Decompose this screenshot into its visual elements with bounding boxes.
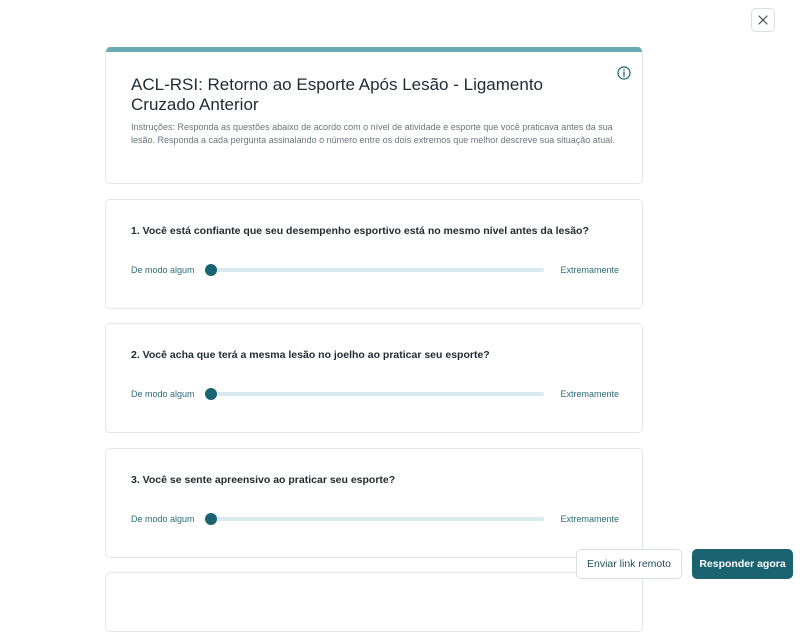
- answer-slider[interactable]: [211, 517, 544, 521]
- question-card-1: 1. Você está confiante que seu desempenh…: [105, 199, 643, 309]
- question-text: 3. Você se sente apreensivo ao praticar …: [131, 474, 396, 486]
- close-button[interactable]: [751, 8, 775, 32]
- question-text: 2. Você acha que terá a mesma lesão no j…: [131, 349, 490, 361]
- slider-thumb[interactable]: [205, 513, 217, 525]
- scale-row: De modo algum Extremamente: [131, 512, 619, 526]
- question-card-2: 2. Você acha que terá a mesma lesão no j…: [105, 323, 643, 433]
- page-title: ACL-RSI: Retorno ao Esporte Após Lesão -…: [131, 75, 544, 114]
- question-text: 1. Você está confiante que seu desempenh…: [131, 225, 589, 237]
- question-card-3: 3. Você se sente apreensivo ao praticar …: [105, 448, 643, 558]
- instructions-text: Instruções: Responda as questões abaixo …: [131, 122, 615, 145]
- answer-now-button[interactable]: Responder agora: [692, 549, 793, 579]
- send-remote-link-button[interactable]: Enviar link remoto: [576, 549, 682, 579]
- question-card-4: [105, 572, 643, 632]
- info-icon[interactable]: [617, 66, 631, 80]
- header-accent-bar: [106, 47, 642, 52]
- scale-min-label: De modo algum: [131, 265, 195, 275]
- scale-min-label: De modo algum: [131, 389, 195, 399]
- questionnaire-header-card: ACL-RSI: Retorno ao Esporte Após Lesão -…: [105, 47, 643, 184]
- scale-row: De modo algum Extremamente: [131, 263, 619, 277]
- scale-max-label: Extremamente: [560, 514, 619, 524]
- answer-slider[interactable]: [211, 268, 544, 272]
- scale-max-label: Extremamente: [560, 265, 619, 275]
- close-icon: [758, 15, 768, 25]
- scale-row: De modo algum Extremamente: [131, 387, 619, 401]
- scale-min-label: De modo algum: [131, 514, 195, 524]
- scale-max-label: Extremamente: [560, 389, 619, 399]
- slider-thumb[interactable]: [205, 388, 217, 400]
- answer-slider[interactable]: [211, 392, 544, 396]
- slider-thumb[interactable]: [205, 264, 217, 276]
